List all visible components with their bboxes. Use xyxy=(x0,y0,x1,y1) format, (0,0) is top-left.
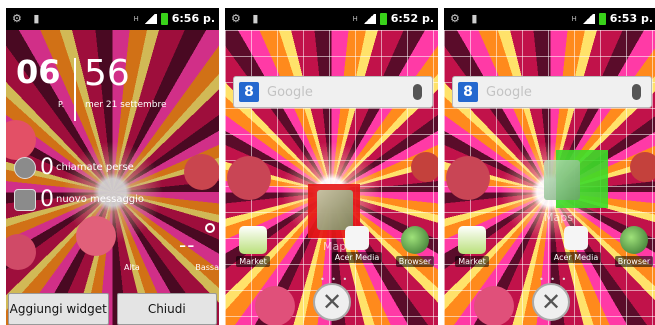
weather-temperature: -- xyxy=(179,233,196,257)
degree-icon xyxy=(205,223,215,233)
app-browser[interactable]: Browser xyxy=(395,226,435,267)
wallpaper-bubble xyxy=(630,152,655,182)
lock-actions: Aggiungi widget Chiudi xyxy=(6,293,219,325)
wallpaper-bubble xyxy=(76,216,116,256)
messages-notification[interactable]: 0 nuovo messaggio xyxy=(14,187,144,212)
app-market[interactable]: Market xyxy=(233,226,273,267)
add-widget-button[interactable]: Aggiungi widget xyxy=(8,293,109,325)
app-acer-media[interactable]: Acer Media xyxy=(550,226,602,263)
wallpaper-bubble xyxy=(227,156,271,200)
wallpaper-bubble xyxy=(411,152,438,182)
battery-icon xyxy=(598,12,606,25)
browser-icon xyxy=(620,226,648,254)
microphone-icon[interactable] xyxy=(632,84,641,100)
microphone-icon[interactable] xyxy=(413,84,422,100)
alta-label: Alta xyxy=(124,263,140,272)
app-label: Acer Media xyxy=(331,252,383,263)
dragged-maps-icon[interactable] xyxy=(544,160,580,200)
network-type-icon: H xyxy=(571,14,577,23)
status-time: 6:56 p. xyxy=(171,12,215,25)
notification-icons: ⚙ ▮ xyxy=(231,12,263,25)
browser-icon xyxy=(401,226,429,254)
messages-count: 0 xyxy=(40,187,54,212)
wallpaper-bubble xyxy=(446,156,490,200)
signal-icon xyxy=(580,13,595,24)
network-type-icon: H xyxy=(133,14,139,23)
notification-icons: ⚙ ▮ xyxy=(12,12,44,25)
acer-media-icon xyxy=(564,226,588,250)
clock-hour: 06 xyxy=(16,53,61,91)
dragged-maps-label: Maps xyxy=(544,211,573,224)
app-market[interactable]: Market xyxy=(452,226,492,267)
search-placeholder: Google xyxy=(267,84,313,100)
status-bar: ⚙ ▮ H 6:52 p. xyxy=(225,8,438,30)
lock-screen: ⚙ ▮ H 6:56 p. 06 56 P. mer 21 settembre … xyxy=(6,8,219,325)
app-label: Acer Media xyxy=(550,252,602,263)
status-time: 6:53 p. xyxy=(609,12,653,25)
message-icon xyxy=(14,188,36,211)
google-search-widget[interactable]: 8 Google xyxy=(233,76,433,108)
wallpaper-bubble xyxy=(474,286,514,325)
close-button[interactable]: Chiudi xyxy=(116,293,217,325)
bassa-label: Bassa xyxy=(195,263,219,272)
app-label: Market xyxy=(236,256,270,267)
missed-call-icon xyxy=(14,156,36,179)
app-label: Browser xyxy=(395,256,435,267)
missed-calls-count: 0 xyxy=(40,155,54,180)
app-label: Browser xyxy=(614,256,654,267)
clock-minute: 56 xyxy=(84,53,130,94)
dragged-maps-icon[interactable] xyxy=(317,190,353,230)
notification-icons: ⚙ ▮ xyxy=(450,12,482,25)
google-logo-icon: 8 xyxy=(458,82,478,102)
wallpaper-bubble xyxy=(184,154,219,190)
home-screen-drag-invalid: ⚙ ▮ H 6:52 p. 8 Google Maps Market Acer … xyxy=(225,8,438,325)
app-label: Market xyxy=(455,256,489,267)
app-acer-media[interactable]: Acer Media xyxy=(331,226,383,263)
google-logo-icon: 8 xyxy=(239,82,259,102)
home-screen-drag-valid: ⚙ ▮ H 6:53 p. 8 Google Maps Market Acer … xyxy=(444,8,655,325)
signal-icon xyxy=(142,13,157,24)
acer-media-icon xyxy=(345,226,369,250)
network-type-icon: H xyxy=(352,14,358,23)
signal-icon xyxy=(361,13,376,24)
app-browser[interactable]: Browser xyxy=(614,226,654,267)
battery-icon xyxy=(160,12,168,25)
delete-drop-icon[interactable]: ✕ xyxy=(313,283,351,321)
google-search-widget[interactable]: 8 Google xyxy=(452,76,652,108)
search-placeholder: Google xyxy=(486,84,532,100)
delete-drop-icon[interactable]: ✕ xyxy=(532,283,570,321)
market-icon xyxy=(239,226,267,254)
clock-date: mer 21 settembre xyxy=(85,100,167,110)
battery-icon xyxy=(379,12,387,25)
messages-label: nuovo messaggio xyxy=(56,194,145,205)
status-bar: ⚙ ▮ H 6:53 p. xyxy=(444,8,655,30)
missed-calls-label: chiamate perse xyxy=(56,162,134,173)
clock-ampm: P. xyxy=(58,100,65,109)
missed-calls-notification[interactable]: 0 chiamate perse xyxy=(14,155,134,180)
status-time: 6:52 p. xyxy=(390,12,434,25)
wallpaper-bubble xyxy=(255,286,295,325)
weather-range: Alta Bassa xyxy=(124,263,219,272)
status-bar: ⚙ ▮ H 6:56 p. xyxy=(6,8,219,30)
market-icon xyxy=(458,226,486,254)
clock-divider xyxy=(74,58,76,121)
